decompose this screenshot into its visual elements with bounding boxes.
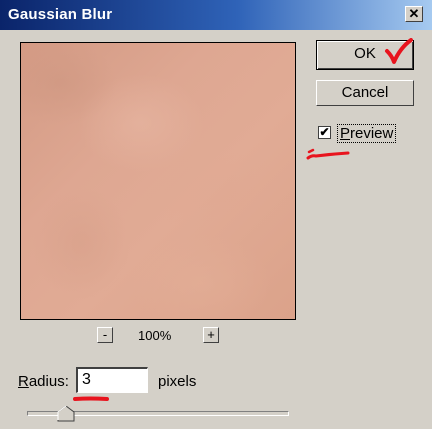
red-underline-annotation [306, 148, 350, 160]
title-bar: Gaussian Blur ✕ [0, 0, 432, 30]
radius-input[interactable]: 3 [76, 367, 148, 393]
red-underline-annotation [73, 396, 109, 401]
close-icon: ✕ [408, 6, 420, 21]
radius-label: Radius: [18, 373, 69, 390]
cancel-button[interactable]: Cancel [316, 80, 414, 106]
radius-unit-label: pixels [158, 373, 197, 390]
zoom-level: 100% [138, 328, 172, 343]
window-title: Gaussian Blur [8, 6, 113, 23]
zoom-out-button[interactable]: - [97, 327, 113, 343]
close-button[interactable]: ✕ [405, 6, 423, 22]
skin-texture [21, 43, 295, 319]
radius-slider-thumb[interactable] [57, 406, 75, 422]
preview-checkbox[interactable]: ✔ [318, 126, 331, 139]
preview-label[interactable]: Preview [337, 124, 397, 143]
ok-button[interactable]: OK [316, 40, 414, 70]
zoom-in-button[interactable]: + [203, 327, 219, 343]
blur-preview-image[interactable] [20, 42, 296, 320]
